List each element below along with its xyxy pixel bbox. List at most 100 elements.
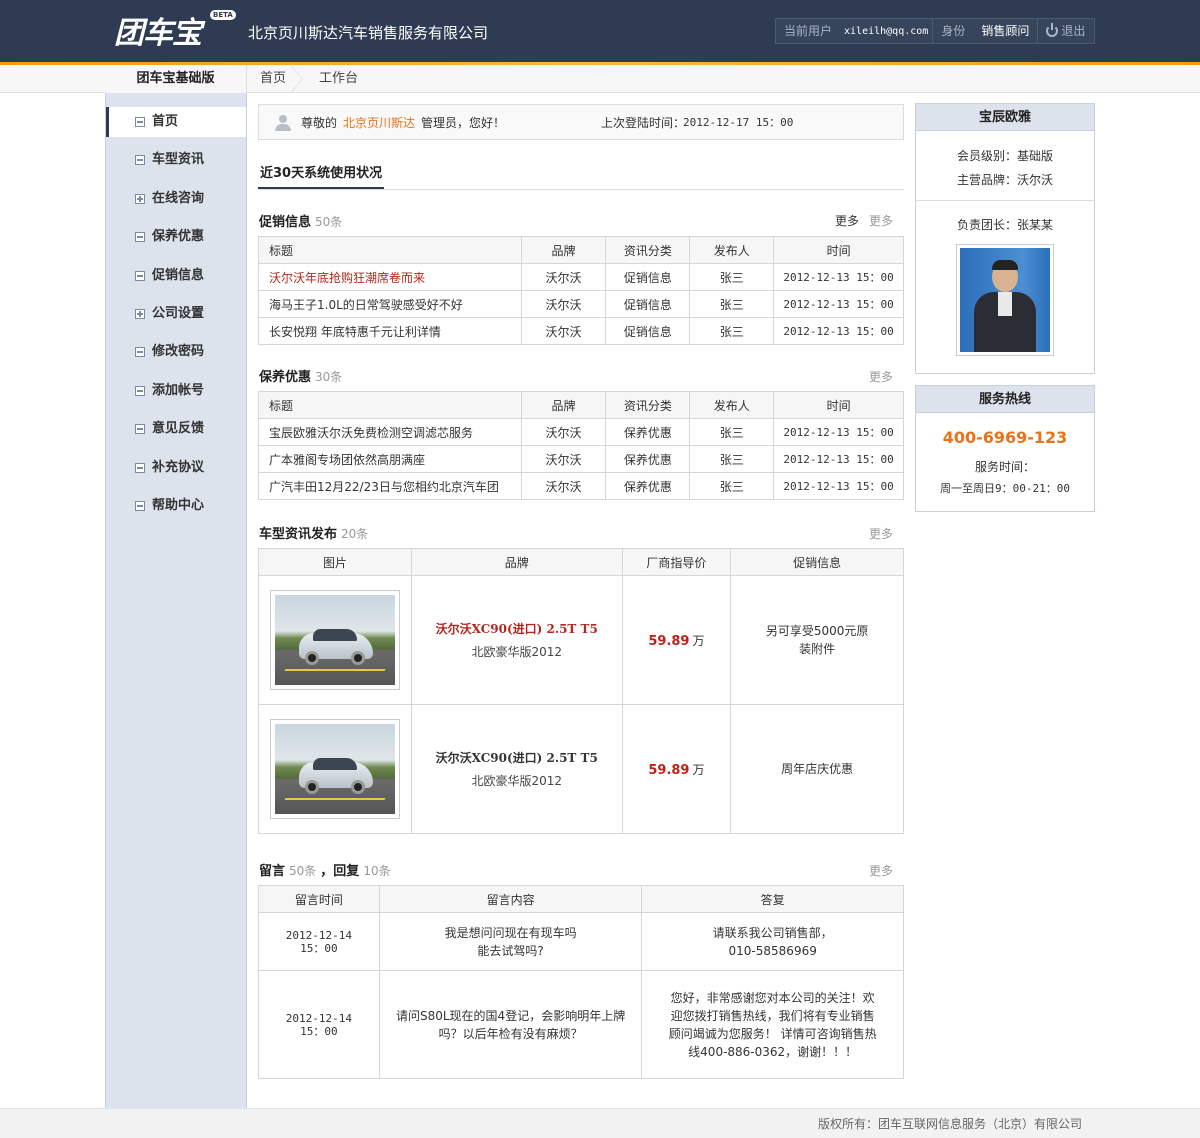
table-row[interactable]: 广本雅阁专场团依然高朋满座 沃尔沃 保养优惠 张三 2012-12-13 15：… — [258, 445, 904, 473]
maintenance-more-link[interactable]: 更多 — [869, 368, 893, 385]
last-login-time: 2012-12-17 15：00 — [683, 116, 794, 129]
sidebar-item-promotions[interactable]: 促销信息 — [106, 261, 246, 291]
company-short-link[interactable]: 北京页川斯达 — [343, 105, 415, 141]
power-icon — [1046, 23, 1059, 37]
copyright: 版权所有：团车互联网信息服务（北京）有限公司 — [817, 1117, 1082, 1131]
edition-title: 团车宝基础版 — [105, 65, 247, 93]
sidebar-item-help[interactable]: 帮助中心 — [106, 491, 246, 521]
row-title-link[interactable]: 沃尔沃年底抢购狂潮席卷而来 — [258, 263, 522, 291]
table-row[interactable]: 沃尔沃年底抢购狂潮席卷而来 沃尔沃 促销信息 张三 2012-12-13 15：… — [258, 263, 904, 291]
maintenance-table: 标题 品牌 资讯分类 发布人 时间 宝辰欧雅沃尔沃免费检测空调滤芯服务 沃尔沃 … — [258, 391, 904, 500]
row-title-link[interactable]: 宝辰欧雅沃尔沃免费检测空调滤芯服务 — [258, 418, 522, 446]
row-category: 促销信息 — [605, 263, 691, 291]
row-brand: 沃尔沃 — [520, 445, 607, 473]
car-price: 59.89 — [648, 633, 690, 649]
row-time: 2012-12-13 15：00 — [773, 418, 904, 446]
sidebar-item-label: 首页 — [152, 114, 179, 129]
section-title-text: 留言 — [259, 864, 286, 879]
column-header: 标题 — [258, 236, 522, 264]
table-row[interactable]: 广汽丰田12月22/23日与您相约北京汽车团 沃尔沃 保养优惠 张三 2012-… — [258, 472, 904, 500]
usage-tab[interactable]: 近30天系统使用状况 — [258, 163, 385, 189]
row-publisher: 张三 — [689, 418, 775, 446]
sidebar-item-change-password[interactable]: 修改密码 — [106, 337, 246, 367]
row-title-link[interactable]: 广本雅阁专场团依然高朋满座 — [258, 445, 522, 473]
current-user-label: 当前用户 — [784, 24, 833, 38]
car-thumbnail[interactable] — [269, 719, 400, 819]
sidebar-item-maintenance[interactable]: 保养优惠 — [106, 222, 246, 252]
sidebar-item-online-consult[interactable]: 在线咨询 — [106, 184, 246, 214]
sidebar: 首页 车型资讯 在线咨询 保养优惠 促销信息 公司设置 修改密码 添加帐号 意见… — [105, 93, 247, 1108]
sidebar-item-agreement[interactable]: 补充协议 — [106, 453, 246, 483]
team-leader: 负责团长：张某某 — [956, 218, 1053, 232]
row-brand: 沃尔沃 — [520, 472, 607, 500]
sidebar-item-label: 在线咨询 — [152, 191, 205, 206]
messages-section-title: 留言 50条 ，回复 10条 — [259, 860, 391, 879]
table-row[interactable]: 2012-12-14 15：00 我是想问问现在有现车吗 能去试驾吗? 请联系我… — [258, 912, 904, 971]
sub-nav: 团车宝基础版 首页 工作台 — [0, 65, 1200, 93]
column-header: 标题 — [258, 391, 522, 419]
dealer-card: 宝辰欧雅 会员级别：基础版 主营品牌：沃尔沃 负责团长：张某某 — [915, 103, 1095, 374]
message-time: 2012-12-14 15：00 — [258, 970, 380, 1079]
minus-box-icon — [135, 347, 145, 357]
sidebar-item-models[interactable]: 车型资讯 — [106, 145, 246, 175]
row-brand: 沃尔沃 — [520, 263, 607, 291]
service-hours: 周一至周日9：00-21：00 — [940, 482, 1070, 495]
main-brand: 主营品牌：沃尔沃 — [956, 173, 1053, 187]
logout-button[interactable]: 退出 — [1038, 19, 1093, 43]
car-price-cell: 59.89 万 — [621, 704, 732, 834]
logo[interactable]: 团车宝 BETA — [114, 10, 236, 52]
table-row[interactable]: 宝辰欧雅沃尔沃免费检测空调滤芯服务 沃尔沃 保养优惠 张三 2012-12-13… — [258, 418, 904, 446]
sidebar-item-feedback[interactable]: 意见反馈 — [106, 414, 246, 444]
sidebar-item-company-settings[interactable]: 公司设置 — [106, 299, 246, 329]
sidebar-item-home[interactable]: 首页 — [106, 107, 246, 137]
promo-more-link[interactable]: 更多 — [869, 212, 893, 229]
messages-table: 留言时间 留言内容 答复 2012-12-14 15：00 我是想问问现在有现车… — [258, 885, 904, 1079]
car-model-name-link[interactable]: 沃尔沃XC90(进口) 2.5T T5 — [412, 749, 622, 766]
sidebar-item-add-account[interactable]: 添加帐号 — [106, 376, 246, 406]
messages-more-link[interactable]: 更多 — [869, 862, 893, 879]
sidebar-item-label: 修改密码 — [152, 344, 205, 359]
column-header: 促销信息 — [730, 548, 904, 576]
role-greeting: 管理员，您好！ — [421, 116, 506, 130]
table-row[interactable]: 海马王子1.0L的日常驾驶感受好不好 沃尔沃 促销信息 张三 2012-12-1… — [258, 290, 904, 318]
logout-label: 退出 — [1061, 24, 1086, 38]
row-brand: 沃尔沃 — [520, 290, 607, 318]
models-more-link[interactable]: 更多 — [869, 525, 893, 542]
divider — [258, 189, 904, 190]
sidebar-item-label: 保养优惠 — [152, 229, 205, 244]
sidebar-item-label: 意见反馈 — [152, 421, 205, 436]
column-header: 品牌 — [520, 391, 607, 419]
message-time: 2012-12-14 15：00 — [258, 912, 380, 971]
models-table: 图片 品牌 厂商指导价 促销信息 沃尔沃XC90(进口) 2.5T T5 北欧豪… — [258, 548, 904, 834]
car-price: 59.89 — [648, 762, 690, 778]
table-row[interactable]: 沃尔沃XC90(进口) 2.5T T5 北欧豪华版2012 59.89 万 周年店… — [258, 704, 904, 834]
table-row[interactable]: 沃尔沃XC90(进口) 2.5T T5 北欧豪华版2012 59.89 万 另可享… — [258, 575, 904, 705]
car-brand-cell: 沃尔沃XC90(进口) 2.5T T5 北欧豪华版2012 — [410, 575, 623, 705]
promo-more-link-dark[interactable]: 更多 — [835, 212, 859, 229]
car-promo: 周年店庆优惠 — [730, 704, 904, 834]
minus-box-icon — [135, 271, 145, 281]
footer: 版权所有：团车互联网信息服务（北京）有限公司 — [0, 1108, 1200, 1138]
maintenance-section-title: 保养优惠 30条 — [259, 366, 342, 385]
section-count: 20条 — [341, 527, 369, 541]
column-header: 时间 — [773, 391, 904, 419]
row-category: 促销信息 — [605, 317, 691, 345]
section-count: 50条 — [315, 215, 343, 229]
divider — [916, 200, 1094, 201]
column-header: 答复 — [641, 885, 904, 913]
dealer-name: 宝辰欧雅 — [916, 104, 1094, 131]
minus-box-icon — [135, 424, 145, 434]
car-thumbnail[interactable] — [269, 590, 400, 690]
table-row[interactable]: 2012-12-14 15：00 请问S80L现在的国4登记，会影响明年上牌 吗… — [258, 970, 904, 1079]
car-model-name-link[interactable]: 沃尔沃XC90(进口) 2.5T T5 — [412, 620, 622, 637]
table-row[interactable]: 长安悦翔 年底特惠千元让利详情 沃尔沃 促销信息 张三 2012-12-13 1… — [258, 317, 904, 345]
row-title-link[interactable]: 广汽丰田12月22/23日与您相约北京汽车团 — [258, 472, 522, 500]
service-title: 服务热线 — [916, 386, 1094, 413]
plus-box-icon — [135, 309, 145, 319]
row-title-link[interactable]: 长安悦翔 年底特惠千元让利详情 — [258, 317, 522, 345]
row-title-link[interactable]: 海马王子1.0L的日常驾驶感受好不好 — [258, 290, 522, 318]
breadcrumb-workbench: 工作台 — [319, 71, 359, 86]
user-bar: 当前用户 xileilh@qq.com 身份 销售顾问 退出 — [775, 18, 1095, 44]
breadcrumb-home[interactable]: 首页 — [260, 65, 286, 93]
sidebar-item-label: 添加帐号 — [152, 383, 205, 398]
